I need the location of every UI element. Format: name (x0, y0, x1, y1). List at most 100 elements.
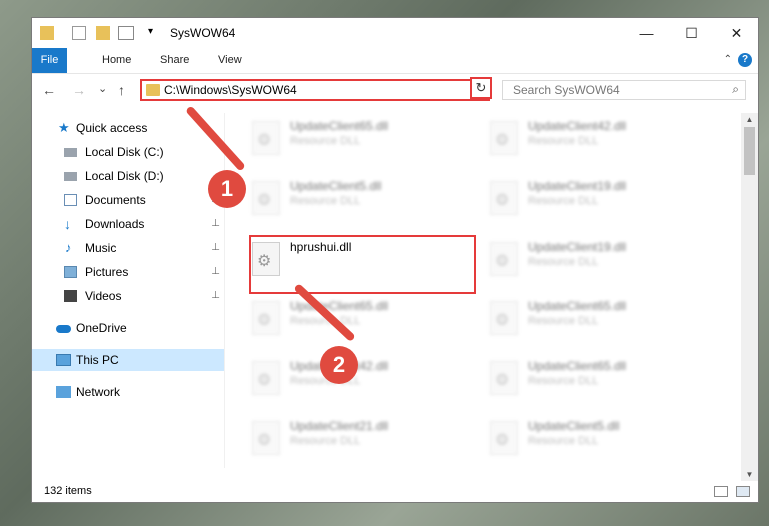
list-item[interactable]: UpdateClient21.dll Resource DLL (250, 417, 470, 467)
maximize-button[interactable]: ☐ (669, 18, 714, 48)
close-button[interactable]: ✕ (714, 18, 759, 48)
item-count: 132 items (44, 485, 92, 497)
sidebar-item-documents[interactable]: Documents ⊥ (32, 189, 224, 211)
title-bar: ▾ SysWOW64 — ☐ ✕ (32, 18, 758, 48)
forward-button[interactable]: → (72, 82, 86, 98)
sidebar-item-label: Local Disk (C:) (85, 145, 164, 159)
address-bar[interactable]: C:\Windows\SysWOW64 ⌄ (140, 79, 490, 101)
list-item[interactable]: UpdateClient65.dll Resource DLL (250, 117, 470, 167)
sidebar-item-music[interactable]: ♪ Music ⊥ (32, 237, 224, 259)
file-name: UpdateClient5.dll (528, 419, 620, 433)
list-item[interactable]: UpdateClient19.dll Resource DLL (488, 177, 708, 227)
file-type: Resource DLL (528, 195, 599, 207)
file-name: UpdateClient5.dll (290, 179, 382, 193)
new-folder-icon[interactable] (96, 26, 110, 40)
list-item[interactable]: UpdateClient65.dll Resource DLL (488, 357, 708, 407)
status-bar: 132 items (32, 480, 758, 504)
pin-icon[interactable]: ⊥ (211, 237, 220, 259)
sidebar-item-label: Quick access (76, 121, 148, 135)
music-icon: ♪ (65, 240, 72, 255)
pin-icon[interactable]: ⊥ (211, 285, 220, 307)
scroll-down-icon[interactable]: ▼ (741, 470, 758, 479)
sidebar-item-label: Downloads (85, 217, 145, 231)
customize-toolbar-icon[interactable] (118, 26, 134, 40)
list-item[interactable]: UpdateClient5.dll Resource DLL (488, 417, 708, 467)
tab-file[interactable]: File (32, 48, 67, 73)
file-type: Resource DLL (528, 256, 599, 268)
sidebar-item-label: Videos (85, 289, 122, 303)
file-name: UpdateClient65.dll (290, 299, 389, 313)
sidebar-item-label: Network (76, 385, 121, 399)
file-name: UpdateClient19.dll (528, 240, 627, 254)
dll-file-icon (252, 121, 280, 155)
search-icon[interactable]: ⌕ (732, 82, 739, 97)
sidebar-item-pictures[interactable]: Pictures ⊥ (32, 261, 224, 283)
file-name: UpdateClient42.dll (528, 119, 627, 133)
search-placeholder: Search SysWOW64 (513, 83, 620, 97)
refresh-button[interactable]: ↻ (470, 77, 492, 99)
properties-icon[interactable] (72, 26, 86, 40)
pin-icon[interactable]: ⊥ (211, 213, 220, 235)
videos-icon (64, 290, 77, 302)
vertical-scrollbar[interactable]: ▲ ▼ (741, 113, 758, 481)
list-item[interactable]: UpdateClient42.dll Resource DLL (250, 357, 470, 407)
recent-locations-button[interactable]: ⌄ (98, 82, 107, 95)
sidebar-item-label: Pictures (85, 265, 129, 279)
sidebar-item-label: Documents (85, 193, 146, 207)
pictures-icon (64, 266, 77, 278)
list-item[interactable]: UpdateClient42.dll Resource DLL (488, 117, 708, 167)
documents-icon (64, 194, 77, 206)
dll-file-icon (490, 181, 518, 215)
sidebar-item-videos[interactable]: Videos ⊥ (32, 285, 224, 307)
scrollbar-thumb[interactable] (744, 127, 755, 175)
collapse-ribbon-icon[interactable]: ⌃ (724, 54, 732, 65)
drive-icon (64, 148, 77, 157)
pin-icon[interactable]: ⊥ (211, 261, 220, 283)
file-type: Resource DLL (290, 135, 361, 147)
list-item[interactable]: UpdateClient65.dll Resource DLL (488, 297, 708, 347)
sidebar-item-network[interactable]: Network (32, 381, 224, 403)
file-name: UpdateClient21.dll (290, 419, 389, 433)
dll-file-icon (490, 242, 518, 276)
navigation-pane: ★ Quick access Local Disk (C:) Local Dis… (32, 113, 224, 468)
list-item[interactable]: UpdateClient5.dll Resource DLL (250, 177, 470, 227)
star-icon: ★ (58, 120, 70, 135)
tab-view[interactable]: View (208, 48, 252, 73)
minimize-button[interactable]: — (624, 18, 669, 48)
dll-file-icon (252, 361, 280, 395)
search-input[interactable]: Search SysWOW64 ⌕ (502, 80, 746, 100)
dll-file-icon (252, 181, 280, 215)
navigation-bar: ← → ⌄ ↑ C:\Windows\SysWOW64 ⌄ ↻ Search S… (32, 73, 758, 109)
sidebar-item-this-pc[interactable]: This PC (32, 349, 224, 371)
ribbon-tabs: File Home Share View ⌃ ? (32, 48, 758, 74)
file-type: Resource DLL (528, 435, 599, 447)
list-item[interactable]: UpdateClient19.dll Resource DLL (488, 238, 708, 288)
back-button[interactable]: ← (42, 82, 56, 98)
sidebar-item-label: OneDrive (76, 321, 127, 335)
up-button[interactable]: ↑ (118, 82, 125, 98)
toolbar-dropdown-icon[interactable]: ▾ (148, 26, 153, 37)
dll-file-icon (490, 421, 518, 455)
large-icons-view-icon[interactable] (736, 486, 750, 497)
address-path[interactable]: C:\Windows\SysWOW64 (164, 83, 297, 97)
sidebar-item-local-disk-d[interactable]: Local Disk (D:) (32, 165, 224, 187)
file-type: Resource DLL (528, 375, 599, 387)
list-item[interactable]: UpdateClient65.dll Resource DLL (250, 297, 470, 347)
tab-home[interactable]: Home (92, 48, 141, 73)
sidebar-item-label: Music (85, 241, 117, 255)
sidebar-item-downloads[interactable]: ↓ Downloads ⊥ (32, 213, 224, 235)
sidebar-item-label: This PC (76, 353, 119, 367)
folder-icon (146, 84, 160, 96)
step-2-badge: 2 (320, 346, 358, 384)
network-icon (56, 386, 71, 398)
step-1-badge: 1 (208, 170, 246, 208)
sidebar-item-local-disk-c[interactable]: Local Disk (C:) (32, 141, 224, 163)
file-type: Resource DLL (528, 315, 599, 327)
help-icon[interactable]: ? (738, 53, 752, 67)
cloud-icon (56, 325, 71, 333)
sidebar-item-onedrive[interactable]: OneDrive (32, 317, 224, 339)
pane-divider[interactable] (224, 113, 225, 468)
tab-share[interactable]: Share (150, 48, 199, 73)
scroll-up-icon[interactable]: ▲ (741, 115, 758, 124)
details-view-icon[interactable] (714, 486, 728, 497)
